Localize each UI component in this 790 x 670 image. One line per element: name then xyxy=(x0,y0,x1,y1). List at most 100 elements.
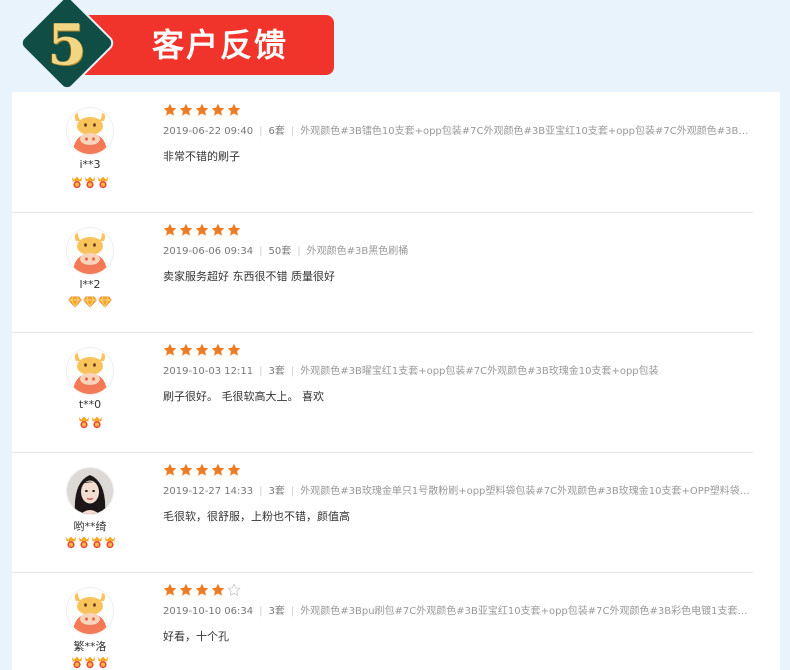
review-quantity: 3套 xyxy=(268,606,285,617)
review-spec: 外观颜色#3B黑色刷桶 xyxy=(306,246,409,257)
section-header: 客户反馈 5 xyxy=(20,0,334,90)
star-filled-icon xyxy=(211,343,225,356)
star-filled-icon xyxy=(179,463,193,476)
star-filled-icon xyxy=(179,103,193,116)
meta-separator: | xyxy=(259,366,263,377)
star-filled-icon xyxy=(211,463,225,476)
review-meta: 2019-06-22 09:40 | 6套 | 外观颜色#3B镭色10支套+opp包装#… xyxy=(163,125,753,139)
reviewer-name: 哟**绮 xyxy=(73,520,107,533)
reviewer-name: l**2 xyxy=(79,278,101,291)
meta-separator: | xyxy=(259,246,263,257)
star-filled-icon xyxy=(211,583,225,596)
review-meta: 2019-06-06 09:34 | 50套 | 外观颜色#3B黑色刷桶 xyxy=(163,245,753,259)
crown-medal-icon xyxy=(65,536,76,549)
star-filled-icon xyxy=(227,223,241,236)
review-spec: 外观颜色#3B玫瑰金单只1号散粉刷+opp塑料袋包装#7C外观颜色#3B玫瑰金1… xyxy=(300,486,753,497)
star-filled-icon xyxy=(163,103,177,116)
star-filled-icon xyxy=(163,343,177,356)
star-filled-icon xyxy=(195,463,209,476)
meta-separator: | xyxy=(290,606,295,617)
review-meta: 2019-10-03 12:11 | 3套 | 外观颜色#3B曜宝红1支套+opp包装#… xyxy=(163,365,753,379)
review-spec: 外观颜色#3Bpu刷包#7C外观颜色#3B亚宝红10支套+opp包装#7C外观颜… xyxy=(300,606,753,617)
user-photo-icon xyxy=(67,468,113,514)
crown-medal-icon xyxy=(98,656,108,669)
reviewer-level xyxy=(42,176,138,189)
crown-medal-icon xyxy=(85,176,95,189)
reviewer-level xyxy=(42,656,138,669)
ox-mascot-icon xyxy=(67,228,113,274)
review-item: i**3 2019-06-22 09:40 | 6套 | 外观颜色#3B镭色10支套+o… xyxy=(12,92,753,213)
review-quantity: 50套 xyxy=(268,246,292,257)
star-rating xyxy=(163,463,243,479)
reviewer-level xyxy=(42,536,138,549)
review-date: 2019-06-06 09:34 xyxy=(163,246,254,257)
review-date: 2019-10-10 06:34 xyxy=(163,606,254,617)
avatar[interactable] xyxy=(66,467,114,515)
star-empty-icon xyxy=(227,583,241,596)
ox-mascot-icon xyxy=(67,588,113,634)
review-quantity: 3套 xyxy=(268,366,285,377)
star-rating xyxy=(163,583,243,599)
star-filled-icon xyxy=(195,103,209,116)
ox-mascot-icon xyxy=(67,348,113,394)
star-filled-icon xyxy=(211,103,225,116)
avatar[interactable] xyxy=(66,107,114,155)
review-meta: 2019-10-10 06:34 | 3套 | 外观颜色#3Bpu刷包#7C外观颜色#3… xyxy=(163,605,753,619)
star-rating xyxy=(163,343,243,359)
review-comment: 毛很软，很舒服，上粉也不错，颜值高 xyxy=(163,510,350,523)
star-rating xyxy=(163,103,243,119)
star-filled-icon xyxy=(179,583,193,596)
reviewer-name: t**0 xyxy=(78,398,102,411)
star-filled-icon xyxy=(227,463,241,476)
crown-medal-icon xyxy=(91,536,102,549)
meta-separator: | xyxy=(259,486,263,497)
avatar[interactable] xyxy=(66,227,114,275)
review-comment: 卖家服务超好 东西很不错 质量很好 xyxy=(163,270,335,283)
avatar[interactable] xyxy=(66,587,114,635)
review-meta: 2019-12-27 14:33 | 3套 | 外观颜色#3B玫瑰金单只1号散粉刷+op… xyxy=(163,485,753,499)
crown-medal-icon xyxy=(104,536,115,549)
crown-medal-icon xyxy=(91,416,102,429)
star-filled-icon xyxy=(211,223,225,236)
diamond-icon xyxy=(68,296,82,308)
section-number: 5 xyxy=(47,12,87,78)
review-date: 2019-12-27 14:33 xyxy=(163,486,254,497)
star-filled-icon xyxy=(179,343,193,356)
reviewer-level xyxy=(42,296,138,308)
crown-medal-icon xyxy=(98,176,108,189)
meta-separator: | xyxy=(259,126,263,137)
reviewer-name: 繁**洛 xyxy=(73,640,107,653)
review-comment: 刷子很好。 毛很软高大上。 喜欢 xyxy=(163,390,324,403)
review-list: i**3 2019-06-22 09:40 | 6套 | 外观颜色#3B镭色10支套+o… xyxy=(12,92,780,670)
review-comment: 好看，十个孔 xyxy=(163,630,229,643)
review-quantity: 6套 xyxy=(268,126,285,137)
avatar[interactable] xyxy=(66,347,114,395)
crown-medal-icon xyxy=(72,656,82,669)
star-filled-icon xyxy=(163,583,177,596)
meta-separator: | xyxy=(290,366,295,377)
diamond-icon xyxy=(83,296,97,308)
review-item: l**2 2019-06-06 09:34 | 50套 | 外观颜色#3B黑色刷桶 卖家… xyxy=(12,212,753,333)
reviewer-level xyxy=(42,416,138,429)
star-filled-icon xyxy=(227,103,241,116)
star-filled-icon xyxy=(163,223,177,236)
meta-separator: | xyxy=(290,486,295,497)
star-filled-icon xyxy=(195,583,209,596)
crown-medal-icon xyxy=(78,536,89,549)
meta-separator: | xyxy=(259,606,263,617)
review-item: 哟**绮 2019-12-27 14:33 | 3套 | 外观颜色#3B玫瑰金单只1号散… xyxy=(12,452,753,573)
crown-medal-icon xyxy=(85,656,95,669)
review-spec: 外观颜色#3B曜宝红1支套+opp包装#7C外观颜色#3B玫瑰金10支套+opp… xyxy=(300,366,659,377)
review-item: t**0 2019-10-03 12:11 | 3套 | 外观颜色#3B曜宝红1支套+o… xyxy=(12,332,753,453)
star-filled-icon xyxy=(195,223,209,236)
section-title: 客户反馈 xyxy=(152,26,289,64)
meta-separator: | xyxy=(297,246,301,257)
star-filled-icon xyxy=(179,223,193,236)
star-rating xyxy=(163,223,243,239)
star-filled-icon xyxy=(195,343,209,356)
review-comment: 非常不错的刷子 xyxy=(163,150,240,163)
ox-mascot-icon xyxy=(67,108,113,154)
meta-separator: | xyxy=(290,126,295,137)
reviewer-name: i**3 xyxy=(79,158,101,171)
review-item: 繁**洛 2019-10-10 06:34 | 3套 | 外观颜色#3Bpu刷包#7C外… xyxy=(12,572,753,670)
